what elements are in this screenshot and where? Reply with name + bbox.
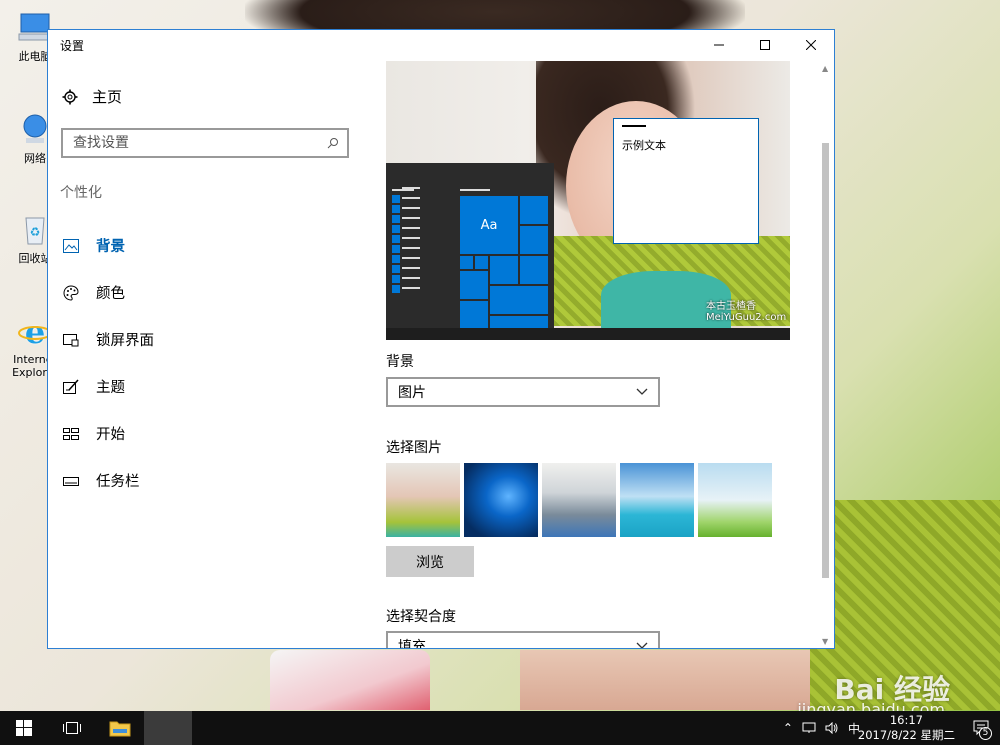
minimize-icon <box>714 44 724 46</box>
preview-start-menu: Aa <box>386 163 554 340</box>
nav-item-label: 主题 <box>96 380 125 396</box>
lock-screen-icon <box>62 331 80 349</box>
vertical-scrollbar[interactable]: ▲ ▼ <box>818 60 834 648</box>
folder-icon <box>109 721 131 737</box>
wallpaper-toy <box>270 650 430 710</box>
preview-tile <box>460 301 488 329</box>
nav-item-label: 背景 <box>96 239 125 255</box>
nav-item-start[interactable]: 开始 <box>62 410 154 457</box>
minimize-button[interactable] <box>696 30 742 60</box>
window-title: 设置 <box>60 39 85 53</box>
preview-start-column <box>392 195 400 295</box>
desktop-icon-label: 网络 <box>24 152 46 165</box>
preview-start-header <box>460 189 490 191</box>
title-bar[interactable]: 设置 <box>48 30 834 60</box>
maximize-icon <box>760 40 770 50</box>
picture-thumbnail[interactable] <box>698 463 772 537</box>
chevron-up-icon[interactable]: ⌃ <box>783 721 793 735</box>
preview-tile-large: Aa <box>460 196 518 254</box>
fit-dropdown-value: 填充 <box>398 639 426 649</box>
fit-dropdown[interactable]: 填充 <box>386 631 660 649</box>
gear-icon <box>62 89 78 104</box>
preview-watermark-logo: 本古玉楂香 MeiYuGuu2.com <box>706 301 787 323</box>
background-preview: Aa 示例文本 本古玉楂香 MeiYuGuu2.com <box>386 61 790 340</box>
preview-sample-text: 示例文本 <box>622 139 666 152</box>
chevron-down-icon <box>636 642 648 648</box>
search-input[interactable] <box>71 134 327 152</box>
search-icon[interactable] <box>327 137 339 149</box>
start-icon <box>62 425 80 443</box>
preview-tile <box>520 226 548 254</box>
preview-tile <box>490 286 548 314</box>
nav-item-lock-screen[interactable]: 锁屏界面 <box>62 316 154 363</box>
taskbar-icon <box>62 472 80 490</box>
preview-sample-bar <box>622 125 646 127</box>
picture-icon <box>62 237 80 255</box>
taskbar: ⌃ 中 16:17 2017/8/22 星期二 5 <box>0 711 1000 745</box>
choose-picture-label: 选择图片 <box>386 440 442 456</box>
clock-date: 2017/8/22 星期二 <box>857 728 955 742</box>
scroll-up-icon[interactable]: ▲ <box>822 64 828 73</box>
nav-item-taskbar[interactable]: 任务栏 <box>62 457 154 504</box>
nav-item-label: 锁屏界面 <box>96 333 154 349</box>
background-dropdown[interactable]: 图片 <box>386 377 660 407</box>
preview-tile <box>460 256 473 269</box>
network-icon[interactable] <box>802 722 816 734</box>
nav-item-background[interactable]: 背景 <box>62 222 154 269</box>
close-button[interactable] <box>788 30 834 60</box>
preview-tile <box>520 256 548 284</box>
section-label-personalization: 个性化 <box>60 185 102 201</box>
settings-window: 设置 主页 个性化 背景 <box>47 29 835 649</box>
windows-logo-icon <box>16 720 32 736</box>
scroll-down-icon[interactable]: ▼ <box>822 637 828 646</box>
scrollbar-thumb[interactable] <box>822 143 829 578</box>
start-button[interactable] <box>0 711 48 745</box>
maximize-button[interactable] <box>742 30 788 60</box>
volume-icon[interactable] <box>825 722 839 734</box>
clock-time: 16:17 <box>889 713 924 727</box>
settings-taskbar-button[interactable] <box>144 711 192 745</box>
preview-sample-window: 示例文本 <box>613 118 759 244</box>
nav-item-themes[interactable]: 主题 <box>62 363 154 410</box>
picture-thumbnails <box>386 463 772 537</box>
file-explorer-button[interactable] <box>96 711 144 745</box>
preview-tile <box>520 196 548 224</box>
palette-icon <box>62 284 80 302</box>
preview-start-list <box>402 187 420 297</box>
preview-taskbar <box>386 328 790 340</box>
task-view-icon <box>63 722 81 734</box>
task-view-button[interactable] <box>48 711 96 745</box>
svg-text:e: e <box>25 315 45 349</box>
picture-thumbnail[interactable] <box>464 463 538 537</box>
theme-icon <box>62 378 80 396</box>
preview-tile <box>475 256 488 269</box>
picture-thumbnail[interactable] <box>386 463 460 537</box>
nav-list: 背景 颜色 锁屏界面 主题 开始 任务栏 <box>62 222 154 504</box>
nav-home-label: 主页 <box>92 88 123 106</box>
browse-button[interactable]: 浏览 <box>386 546 474 577</box>
nav-item-label: 颜色 <box>96 286 125 302</box>
background-label: 背景 <box>386 354 414 370</box>
close-icon <box>806 40 816 50</box>
nav-item-label: 任务栏 <box>96 474 140 490</box>
nav-item-label: 开始 <box>96 427 125 443</box>
notification-count: 5 <box>979 727 992 740</box>
fit-label: 选择契合度 <box>386 609 456 625</box>
action-center-button[interactable]: 5 <box>972 719 992 741</box>
nav-item-colors[interactable]: 颜色 <box>62 269 154 316</box>
wallpaper-skin <box>520 650 810 710</box>
svg-text:♻: ♻ <box>30 225 41 239</box>
picture-thumbnail[interactable] <box>542 463 616 537</box>
background-dropdown-value: 图片 <box>398 385 426 401</box>
picture-thumbnail[interactable] <box>620 463 694 537</box>
preview-tile <box>460 271 488 299</box>
chevron-down-icon <box>636 388 648 395</box>
clock[interactable]: 16:17 2017/8/22 星期二 <box>858 713 955 743</box>
preview-tile <box>490 256 518 284</box>
search-box[interactable] <box>61 128 349 158</box>
nav-home[interactable]: 主页 <box>62 86 122 107</box>
system-tray: ⌃ 中 <box>783 711 860 745</box>
